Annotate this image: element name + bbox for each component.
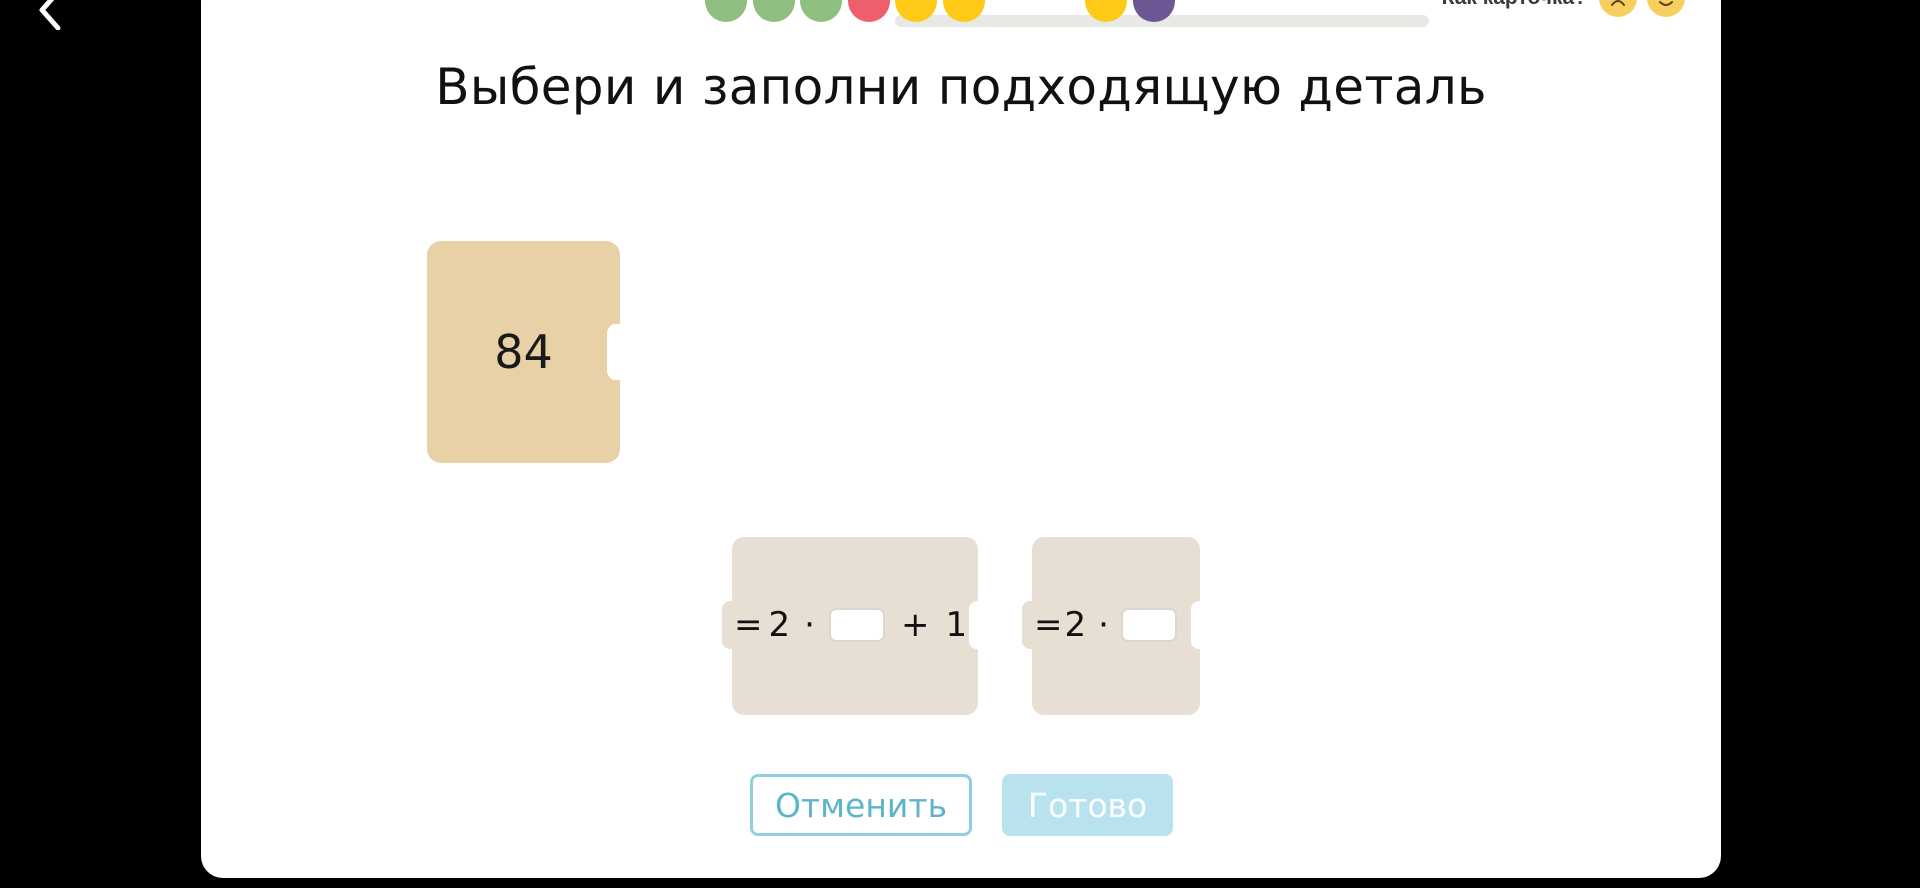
option-expression: = 2 · + 1 bbox=[734, 601, 967, 649]
progress-dot bbox=[847, 0, 890, 22]
equals-sign: = bbox=[1034, 605, 1063, 645]
given-number: 84 bbox=[494, 325, 553, 379]
plus-sign: + bbox=[900, 605, 930, 645]
piece-notch bbox=[969, 601, 978, 649]
back-button[interactable] bbox=[30, 0, 70, 31]
smile-face-icon[interactable] bbox=[1647, 0, 1685, 17]
blank-input[interactable] bbox=[828, 608, 885, 642]
cancel-button[interactable]: Отменить bbox=[750, 774, 972, 836]
given-number-piece: 84 bbox=[427, 241, 620, 463]
done-button[interactable]: Готово bbox=[1002, 774, 1173, 836]
card-feedback: Как карточка? bbox=[1442, 0, 1685, 17]
piece-notch bbox=[607, 324, 620, 380]
equals-sign: = bbox=[734, 605, 763, 645]
number-two: 2 bbox=[1064, 605, 1087, 645]
option-expression: = 2 · bbox=[1034, 601, 1177, 649]
piece-tab bbox=[1022, 601, 1034, 649]
task-title: Выбери и заполни подходящую деталь bbox=[435, 58, 1487, 116]
number-one: 1 bbox=[945, 605, 968, 645]
progress-dot bbox=[800, 0, 842, 22]
multiply-dot: · bbox=[1098, 605, 1109, 645]
chevron-left-icon bbox=[39, 0, 61, 31]
piece-notch bbox=[1191, 601, 1200, 649]
progress-dot bbox=[752, 0, 795, 22]
progress-dot bbox=[705, 0, 747, 22]
number-two: 2 bbox=[768, 605, 791, 645]
option-piece-1[interactable]: = 2 · + 1 bbox=[722, 537, 978, 715]
feedback-label: Как карточка? bbox=[1442, 0, 1587, 10]
option-piece-2[interactable]: = 2 · bbox=[1022, 537, 1200, 715]
multiply-dot: · bbox=[804, 605, 815, 645]
blank-input[interactable] bbox=[1120, 608, 1177, 642]
piece-tab bbox=[722, 601, 734, 649]
task-card: Как карточка? Выбери и заполни подходящу… bbox=[201, 0, 1721, 878]
sad-face-icon[interactable] bbox=[1599, 0, 1637, 17]
